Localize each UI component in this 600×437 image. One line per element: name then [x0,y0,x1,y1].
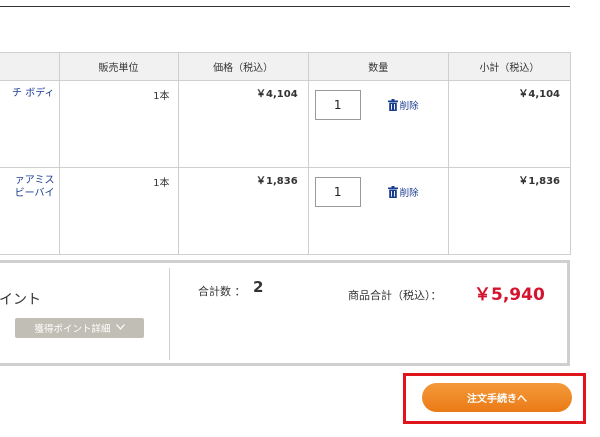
table-row: チ ボディ 1本 ￥4,104 1 削除 ￥4,104 [0,80,572,168]
checkout-highlight: 注文手続きへ [403,373,586,424]
price-cell: ￥1,836 [177,167,309,255]
subtotal-cell: ￥1,836 [447,167,572,255]
table-row: ァアミス ビーバイ 1本 ￥1,836 1 削除 ￥1,836 [0,167,572,255]
points-detail-label[interactable]: 獲得ポイント詳細 [34,321,110,335]
chevron-down-icon [115,323,125,333]
header-product [0,52,60,81]
unit-cell: 1本 [58,167,179,255]
quantity-input[interactable]: 1 [314,177,361,207]
quantity-cell: 1 削除 [307,167,449,255]
product-name-cell[interactable]: チ ボディ [0,80,60,168]
summary-divider [169,268,170,360]
quantity-input[interactable]: 1 [314,90,361,120]
trash-icon [387,99,398,111]
delete-button[interactable]: 削除 [387,98,419,112]
delete-button[interactable]: 削除 [387,185,419,199]
checkout-button[interactable]: 注文手続きへ [422,383,572,412]
top-divider [0,6,570,7]
delete-label[interactable]: 削除 [400,185,419,199]
product-name-line[interactable]: ァアミス [0,174,55,187]
quantity-cell: 1 削除 [307,80,449,168]
total-value: ￥5,940 [474,285,545,305]
total-label: 商品合計（税込）： [348,289,442,302]
product-name-cell[interactable]: ァアミス ビーバイ [0,167,60,255]
product-name-line[interactable]: ビーバイ [0,187,55,200]
table-header-row: 販売単位 価格（税込） 数量 小計（税込） [0,52,572,81]
item-count-value: 2 [253,278,264,296]
header-subtotal: 小計（税込） [447,52,572,81]
checkout-label[interactable]: 注文手続きへ [467,390,527,405]
product-name-line[interactable]: チ ボディ [0,87,54,100]
delete-label[interactable]: 削除 [400,98,419,112]
trash-icon [387,186,398,198]
points-title: イント [0,292,41,308]
points-detail-button[interactable]: 獲得ポイント詳細 [15,318,144,338]
header-quantity: 数量 [307,52,449,81]
cart-table: 販売単位 価格（税込） 数量 小計（税込） チ ボディ 1本 ￥4,104 1 [0,52,572,255]
header-price: 価格（税込） [177,52,309,81]
order-summary: イント 獲得ポイント詳細 合計数 ： 2 商品合計（税込）： ￥5,940 [0,260,570,366]
subtotal-cell: ￥4,104 [447,80,572,168]
unit-cell: 1本 [58,80,179,168]
item-count-label: 合計数 ： [198,285,246,298]
header-unit: 販売単位 [58,52,179,81]
price-cell: ￥4,104 [177,80,309,168]
